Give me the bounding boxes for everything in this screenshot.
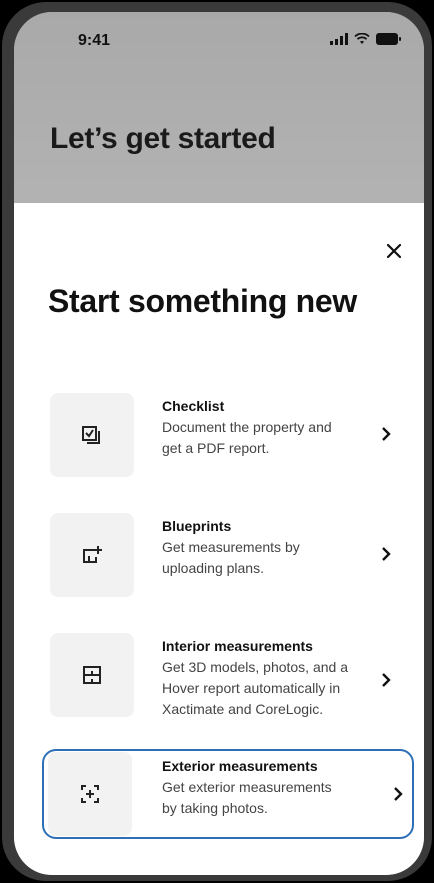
option-exterior-measurements[interactable]: Exterior measurements Get exterior measu… xyxy=(42,749,414,839)
option-icon-box xyxy=(50,633,134,717)
option-description: Get 3D models, photos, and a Hover repor… xyxy=(162,657,362,720)
option-description-line: Xactimate and CoreLogic. xyxy=(162,701,324,717)
phone-device: 9:41 Let’s get started Start something n… xyxy=(0,0,434,883)
blueprint-icon xyxy=(83,546,102,563)
option-description: Get measurements by uploading plans. xyxy=(162,537,362,579)
option-checklist[interactable]: Checklist Document the property and get … xyxy=(44,389,400,481)
option-text: Checklist Document the property and get … xyxy=(162,397,362,459)
option-title: Interior measurements xyxy=(162,638,313,654)
option-description-line: uploading plans. xyxy=(162,560,264,576)
chevron-right-icon xyxy=(390,783,406,805)
close-icon xyxy=(387,244,401,258)
option-description: Document the property and get a PDF repo… xyxy=(162,417,362,459)
option-description: Get exterior measurements by taking phot… xyxy=(162,777,362,819)
background-title: Let’s get started xyxy=(50,122,276,155)
option-description-line: get a PDF report. xyxy=(162,440,270,456)
option-description-line: Hover report automatically in xyxy=(162,680,341,696)
option-text: Interior measurements Get 3D models, pho… xyxy=(162,637,362,720)
phone-frame: 9:41 Let’s get started Start something n… xyxy=(2,2,432,881)
exterior-icon xyxy=(81,785,99,803)
sheet-title: Start something new xyxy=(48,283,358,319)
signal-icon xyxy=(330,33,348,45)
status-icons xyxy=(330,33,402,45)
option-icon-box xyxy=(50,513,134,597)
option-interior-measurements[interactable]: Interior measurements Get 3D models, pho… xyxy=(44,629,400,721)
chevron-right-icon xyxy=(378,423,394,445)
option-text: Exterior measurements Get exterior measu… xyxy=(162,757,362,819)
option-description-line: Get measurements by xyxy=(162,539,300,555)
option-icon-box xyxy=(48,752,132,836)
interior-icon xyxy=(83,666,101,684)
option-title: Blueprints xyxy=(162,518,232,534)
option-title: Checklist xyxy=(162,398,225,414)
option-title: Exterior measurements xyxy=(162,758,318,774)
option-description-line: Document the property and xyxy=(162,419,332,435)
screen: 9:41 Let’s get started Start something n… xyxy=(14,12,424,875)
option-icon-box xyxy=(50,393,134,477)
option-description-line: Get 3D models, photos, and a xyxy=(162,659,348,675)
status-bar: 9:41 xyxy=(14,12,424,62)
option-text: Blueprints Get measurements by uploading… xyxy=(162,517,362,579)
chevron-right-icon xyxy=(378,543,394,565)
close-button[interactable] xyxy=(382,239,406,263)
battery-icon xyxy=(376,33,401,45)
option-description-line: by taking photos. xyxy=(162,800,268,816)
option-description-line: Get exterior measurements xyxy=(162,779,332,795)
option-blueprints[interactable]: Blueprints Get measurements by uploading… xyxy=(44,509,400,601)
status-time: 9:41 xyxy=(78,32,111,49)
bottom-sheet: Start something new Checklist Document t… xyxy=(14,203,424,875)
chevron-right-icon xyxy=(378,669,394,691)
wifi-icon xyxy=(354,33,370,44)
checklist-icon xyxy=(82,426,100,444)
